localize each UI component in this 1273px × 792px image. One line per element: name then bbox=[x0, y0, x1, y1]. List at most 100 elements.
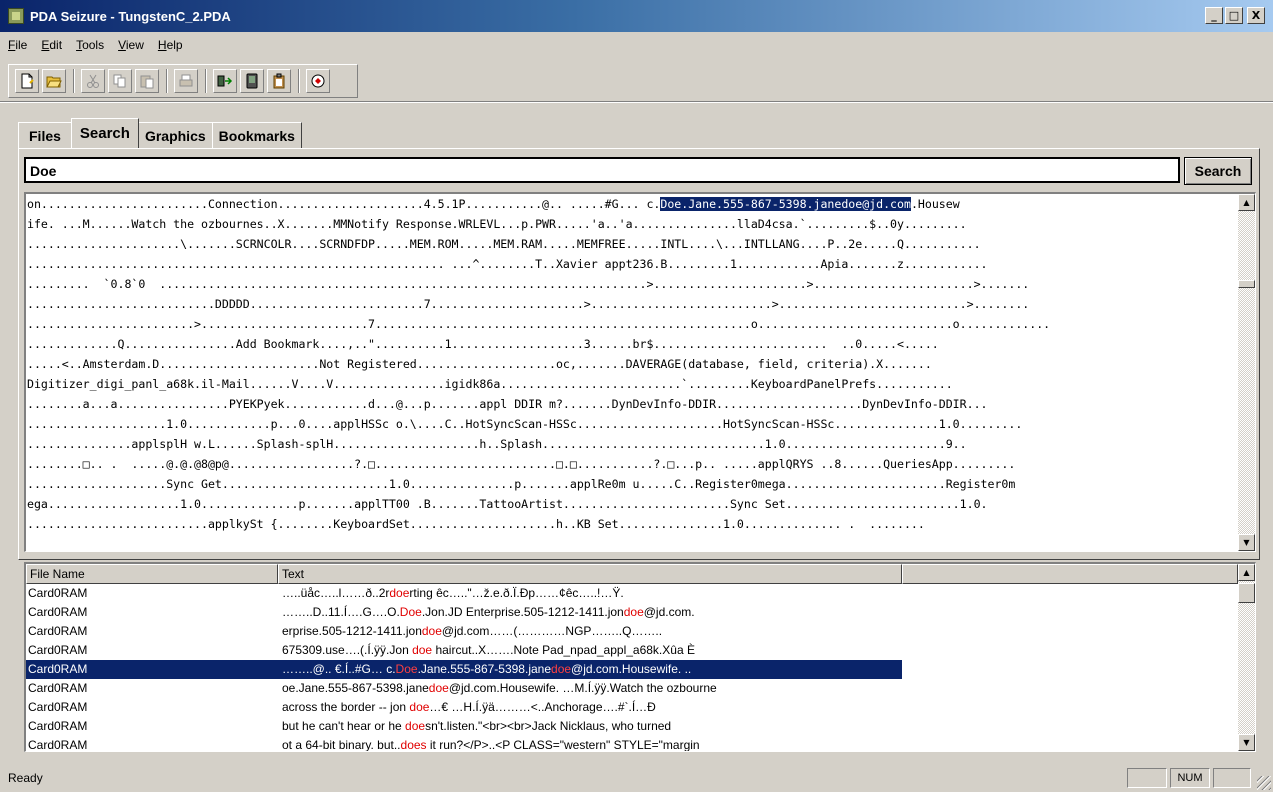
copy-icon[interactable] bbox=[108, 69, 132, 93]
result-row[interactable]: Card0RAM …..üåc…..l……ð..2rdoerting êc….."… bbox=[26, 584, 902, 603]
close-button[interactable]: X bbox=[1247, 7, 1265, 24]
menu-help[interactable]: Help bbox=[158, 38, 183, 52]
result-file-name: Card0RAM bbox=[28, 719, 88, 733]
context-text: ot a 64-bit binary. but.. bbox=[282, 738, 401, 752]
status-pane-caps bbox=[1127, 768, 1167, 788]
resize-grip-icon[interactable] bbox=[1257, 776, 1271, 790]
scroll-down-icon[interactable]: ▼ bbox=[1238, 734, 1255, 751]
result-row[interactable]: Card0RAM oe.Jane.555-867-5398.janedoe@jd.… bbox=[26, 679, 902, 698]
column-empty[interactable] bbox=[902, 564, 1238, 584]
app-icon bbox=[8, 8, 24, 24]
result-file-name: Card0RAM bbox=[28, 700, 88, 714]
dump-line: ...............applsplH w.L......Splash-… bbox=[27, 437, 967, 451]
context-text: across the border -- jon bbox=[282, 700, 410, 714]
dump-line: ......... `0.8`0 .......................… bbox=[27, 277, 1030, 291]
result-row[interactable]: Card0RAM erprise.505-1212-1411.jondoe@jd.… bbox=[26, 622, 902, 641]
new-icon[interactable] bbox=[15, 69, 39, 93]
open-icon[interactable] bbox=[42, 69, 66, 93]
scroll-up-icon[interactable]: ▲ bbox=[1238, 564, 1255, 581]
column-text[interactable]: Text bbox=[278, 564, 902, 584]
toolbar-separator bbox=[205, 69, 207, 93]
toolbar-separator bbox=[298, 69, 300, 93]
context-text: ……..@.. €.Í..#G… c. bbox=[282, 662, 396, 676]
result-row[interactable]: Card0RAM across the border -- jon doe…€ …… bbox=[26, 698, 902, 717]
menu-bar: File Edit Tools View Help bbox=[0, 34, 1273, 56]
context-text: haircut..X…….Note Pad_npad_appl_a68k.Xûa… bbox=[432, 643, 695, 657]
paste-icon[interactable] bbox=[135, 69, 159, 93]
text-dump-view[interactable]: on........................Connection....… bbox=[24, 192, 1256, 552]
results-header: File Name Text bbox=[26, 564, 1238, 584]
dump-line: ....................Sync Get............… bbox=[27, 477, 1016, 491]
menu-file[interactable]: File bbox=[8, 38, 27, 52]
minimize-button[interactable]: _ bbox=[1205, 7, 1223, 24]
dump-line: Digitizer_digi_panl_a68k.il-Mail......V.… bbox=[27, 377, 953, 391]
result-row[interactable]: Card0RAM ot a 64-bit binary. but..does it… bbox=[26, 736, 902, 752]
menu-view[interactable]: View bbox=[118, 38, 144, 52]
dump-vertical-scrollbar[interactable]: ▲ ▼ bbox=[1238, 194, 1255, 551]
match-text: doe bbox=[405, 719, 426, 733]
dump-line: ........a...a................PYEKPyek...… bbox=[27, 397, 988, 411]
acquire-icon[interactable] bbox=[213, 69, 237, 93]
context-text: @jd.com.Housewife. …M.Í.ÿÿ.Watch the ozb… bbox=[448, 681, 717, 695]
status-text: Ready bbox=[8, 771, 43, 785]
toolbar-separator bbox=[166, 69, 168, 93]
match-text: doe bbox=[409, 700, 430, 714]
match-text: doe bbox=[421, 624, 442, 638]
menu-tools[interactable]: Tools bbox=[76, 38, 104, 52]
result-row[interactable]: Card0RAM ……..D..11.Í….G….O.Doe.Jon.JD Ent… bbox=[26, 603, 902, 622]
dump-line: .............Q................Add Bookma… bbox=[27, 337, 939, 351]
title-bar[interactable]: PDA Seizure - TungstenC_2.PDA _ □ X bbox=[0, 0, 1273, 32]
context-text: .Jon.JD Enterprise.505-1212-1411.jon bbox=[421, 605, 624, 619]
search-results-list[interactable]: File Name Text Card0RAM …..üåc…..l……ð..2r… bbox=[24, 562, 1256, 752]
context-text: it run?</P>..<P CLASS="western" STYLE="m… bbox=[426, 738, 700, 752]
match-text: doe bbox=[412, 643, 433, 657]
about-icon[interactable] bbox=[306, 69, 330, 93]
tab-strip: Files Search Graphics Bookmarks bbox=[18, 118, 302, 148]
tab-files[interactable]: Files bbox=[18, 122, 72, 148]
scroll-down-icon[interactable]: ▼ bbox=[1238, 534, 1255, 551]
result-row[interactable]: Card0RAM 675309.use….(.Í.ÿÿ.Jon doe hairc… bbox=[26, 641, 902, 660]
scroll-thumb[interactable] bbox=[1238, 280, 1255, 288]
tab-graphics[interactable]: Graphics bbox=[137, 122, 213, 148]
match-text: doe bbox=[551, 662, 572, 676]
tab-bookmarks[interactable]: Bookmarks bbox=[211, 122, 302, 148]
result-file-name: Card0RAM bbox=[28, 624, 88, 638]
scroll-thumb[interactable] bbox=[1238, 583, 1255, 603]
scroll-up-icon[interactable]: ▲ bbox=[1238, 194, 1255, 211]
clipboard-icon[interactable] bbox=[267, 69, 291, 93]
result-file-name: Card0RAM bbox=[28, 586, 88, 600]
result-row[interactable]: Card0RAM but he can't hear or he doesn't… bbox=[26, 717, 902, 736]
cut-icon[interactable] bbox=[81, 69, 105, 93]
search-button[interactable]: Search bbox=[1184, 157, 1252, 185]
match-text: Doe bbox=[395, 662, 418, 676]
search-match-highlight: Doe.Jane.555-867-5398.janedoe@jd.com bbox=[660, 197, 911, 211]
result-text: …..üåc…..l……ð..2rdoerting êc….."…ž.e.ð.Ï… bbox=[278, 584, 902, 603]
print-icon[interactable] bbox=[174, 69, 198, 93]
dump-line: ......................\.......SCRNCOLR..… bbox=[27, 237, 981, 251]
column-file-name[interactable]: File Name bbox=[26, 564, 278, 584]
context-text: rting êc….."…ž.e.ð.Ï.Ðp……¢êc…..!…Ÿ. bbox=[409, 586, 624, 600]
match-text: doe bbox=[428, 681, 449, 695]
context-text: but he can't hear or he bbox=[282, 719, 406, 733]
result-row[interactable]: Card0RAM ……..@.. €.Í..#G… c.Doe.Jane.555-… bbox=[26, 660, 902, 679]
result-file-name: Card0RAM bbox=[28, 738, 88, 752]
tab-search[interactable]: Search bbox=[70, 118, 139, 148]
maximize-button[interactable]: □ bbox=[1225, 7, 1243, 24]
dump-line: ....................1.0............p...0… bbox=[27, 417, 1023, 431]
context-text: @jd.com. bbox=[643, 605, 695, 619]
result-text: ot a 64-bit binary. but..does it run?</P… bbox=[278, 736, 902, 752]
dump-line: ........................>...............… bbox=[27, 317, 1051, 331]
context-text: oe.Jane.555-867-5398.jane bbox=[282, 681, 429, 695]
results-vertical-scrollbar[interactable]: ▲ ▼ bbox=[1238, 564, 1255, 751]
status-bar: Ready NUM bbox=[0, 764, 1273, 792]
result-text: 675309.use….(.Í.ÿÿ.Jon doe haircut..X…….… bbox=[278, 641, 902, 660]
search-input[interactable]: Doe bbox=[24, 157, 1180, 183]
result-text: erprise.505-1212-1411.jondoe@jd.com……(……… bbox=[278, 622, 902, 641]
dump-line: ife. ...M......Watch the ozbournes..X...… bbox=[27, 217, 967, 231]
context-text: erprise.505-1212-1411.jon bbox=[282, 624, 422, 638]
result-text: but he can't hear or he doesn't.listen."… bbox=[278, 717, 902, 736]
dump-line: ........□.. . .....@.@.@8@p@............… bbox=[27, 457, 1016, 471]
device-icon[interactable] bbox=[240, 69, 264, 93]
menu-edit[interactable]: Edit bbox=[41, 38, 62, 52]
dump-line: ega...................1.0..............p… bbox=[27, 497, 988, 511]
